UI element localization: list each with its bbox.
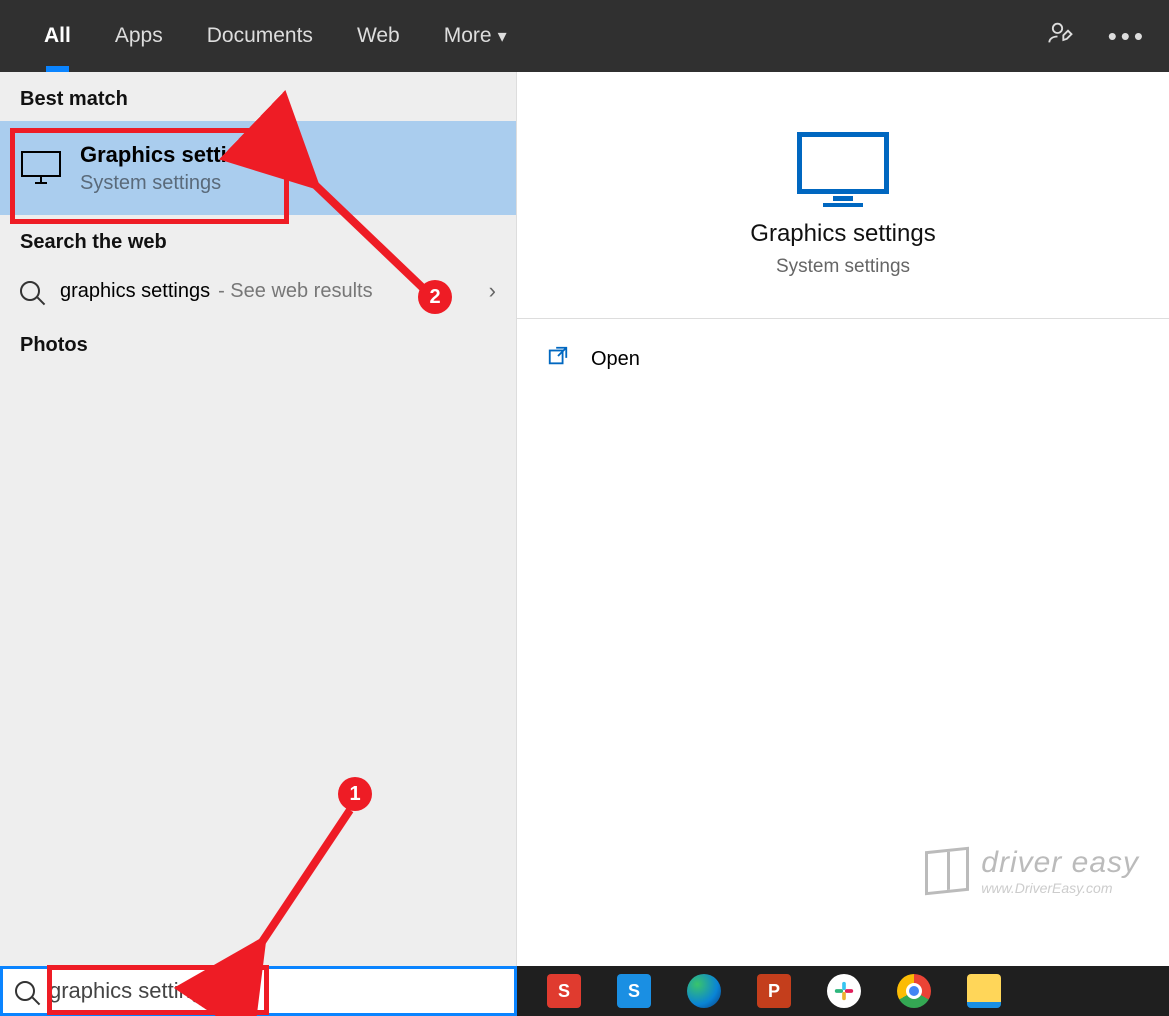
taskbar-app-slack[interactable]	[827, 974, 861, 1008]
taskbar-app-chrome[interactable]	[897, 974, 931, 1008]
annotation-badge-1: 1	[338, 777, 372, 811]
monitor-large-icon	[797, 132, 889, 194]
taskbar-tray: S S P	[517, 966, 1169, 1016]
taskbar-app-snagit[interactable]: S	[617, 974, 651, 1008]
section-photos: Photos	[0, 318, 516, 367]
chevron-right-icon: ›	[489, 278, 496, 304]
watermark-url: www.DriverEasy.com	[981, 880, 1139, 896]
tab-web[interactable]: Web	[335, 0, 422, 72]
best-match-subtitle: System settings	[80, 172, 266, 195]
monitor-icon	[20, 147, 62, 189]
taskbar-app-edge[interactable]	[687, 974, 721, 1008]
tab-all[interactable]: All	[22, 0, 93, 72]
tab-apps[interactable]: Apps	[93, 0, 185, 72]
best-match-result[interactable]: Graphics settings System settings	[0, 121, 516, 215]
results-panel: Best match Graphics settings System sett…	[0, 72, 517, 966]
preview-title: Graphics settings	[750, 220, 935, 248]
open-action[interactable]: Open	[517, 319, 1169, 399]
tab-documents[interactable]: Documents	[185, 0, 335, 72]
search-filter-tabs: All Apps Documents Web More▾ •••	[0, 0, 1169, 72]
taskbar: S S P	[0, 966, 1169, 1016]
web-result-suffix: - See web results	[218, 280, 373, 303]
open-icon	[547, 345, 569, 373]
taskbar-app-snagit-editor[interactable]: S	[547, 974, 581, 1008]
preview-panel: Graphics settings System settings Open d…	[517, 72, 1169, 966]
watermark: driver easy www.DriverEasy.com	[925, 846, 1139, 896]
search-icon	[15, 981, 35, 1001]
search-input[interactable]	[49, 978, 502, 1004]
web-result-query: graphics settings	[60, 280, 210, 303]
preview-subtitle: System settings	[776, 256, 910, 278]
tab-more[interactable]: More▾	[422, 0, 529, 72]
feedback-icon[interactable]	[1047, 19, 1075, 54]
section-search-web: Search the web	[0, 215, 516, 264]
best-match-title: Graphics settings	[80, 142, 266, 168]
annotation-badge-2: 2	[418, 280, 452, 314]
search-icon	[20, 281, 40, 301]
taskbar-search[interactable]	[0, 966, 517, 1016]
section-best-match: Best match	[0, 72, 516, 121]
watermark-logo-icon	[925, 847, 969, 896]
taskbar-app-powerpoint[interactable]: P	[757, 974, 791, 1008]
taskbar-app-file-explorer[interactable]	[967, 974, 1001, 1008]
watermark-brand: driver easy	[981, 846, 1139, 880]
more-options-icon[interactable]: •••	[1108, 21, 1147, 52]
open-label: Open	[591, 348, 640, 371]
chevron-down-icon: ▾	[498, 26, 507, 47]
